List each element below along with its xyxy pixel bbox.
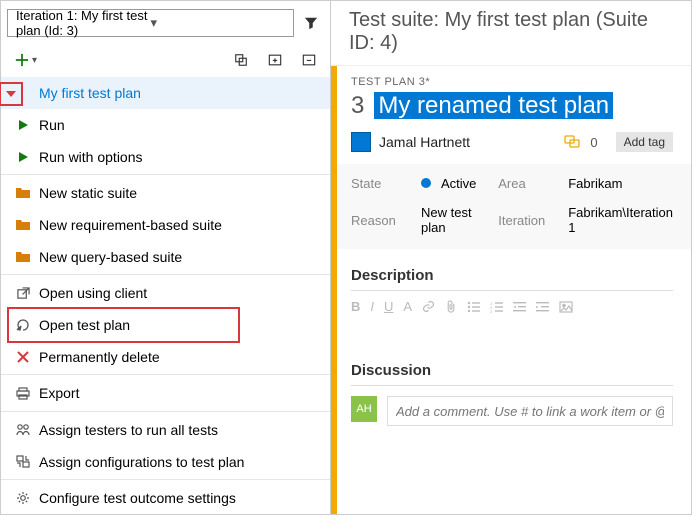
label: Assign configurations to test plan [39, 454, 244, 470]
copy-icon[interactable] [234, 53, 248, 67]
state-dot-icon [421, 178, 431, 188]
folder-icon [15, 187, 31, 199]
chevron-down-icon: ▾ [32, 55, 37, 66]
menu-item-run[interactable]: Run [1, 109, 330, 141]
work-item-id: 3 [351, 92, 364, 120]
new-item-button[interactable]: ▾ [15, 53, 37, 67]
iteration-label: Iteration [498, 213, 568, 228]
gear-icon [15, 491, 31, 505]
reason-value[interactable]: New test plan [421, 205, 498, 235]
label: Export [39, 385, 79, 401]
bullet-list-icon[interactable] [467, 301, 480, 313]
label: Configure test outcome settings [39, 490, 236, 506]
assignee-name[interactable]: Jamal Hartnett [379, 134, 556, 150]
add-tag-button[interactable]: Add tag [616, 132, 673, 152]
menu-item-run-options[interactable]: Run with options [1, 141, 330, 173]
label: New static suite [39, 185, 137, 201]
discussion-icon[interactable] [564, 135, 580, 149]
bold-icon[interactable]: B [351, 299, 360, 314]
label: Run [39, 117, 65, 133]
folder-icon [15, 219, 31, 231]
label: New query-based suite [39, 249, 182, 265]
label: My first test plan [39, 85, 141, 101]
description-heading: Description [351, 267, 673, 291]
menu-item-test-plan[interactable]: My first test plan [1, 77, 330, 109]
state-value[interactable]: Active [421, 176, 498, 191]
menu-item-new-req-suite[interactable]: New requirement-based suite [1, 209, 330, 241]
left-toolbar: ▾ [1, 45, 330, 77]
menu-item-export[interactable]: Export [1, 377, 330, 409]
right-pane: Test suite: My first test plan (Suite ID… [331, 1, 691, 514]
folder-icon [15, 251, 31, 263]
menu-item-permanently-delete[interactable]: Permanently delete [1, 341, 330, 373]
delete-icon [15, 351, 31, 363]
fields-grid: State Active Area Fabrikam Reason New te… [337, 164, 691, 249]
underline-icon[interactable]: U [384, 299, 393, 314]
open-plan-icon [15, 318, 31, 331]
iteration-dropdown[interactable]: Iteration 1: My first test plan (Id: 3) … [7, 9, 294, 37]
menu-item-new-static-suite[interactable]: New static suite [1, 177, 330, 209]
description-input[interactable] [351, 314, 673, 344]
link-icon[interactable] [422, 300, 435, 313]
image-icon[interactable] [559, 301, 573, 313]
remove-panel-icon[interactable] [302, 53, 316, 67]
discussion-count: 0 [590, 135, 597, 150]
menu-item-assign-config[interactable]: Assign configurations to test plan [1, 446, 330, 478]
avatar [351, 132, 371, 152]
svg-text:3: 3 [490, 309, 493, 313]
play-icon [15, 119, 31, 131]
discussion-input[interactable] [387, 396, 673, 426]
user-avatar: AH [351, 396, 377, 422]
assign-testers-icon [15, 423, 31, 436]
menu-item-configure-outcome[interactable]: Configure test outcome settings [1, 482, 330, 514]
state-label: State [351, 176, 421, 191]
outdent-icon[interactable] [513, 301, 526, 313]
attach-icon[interactable] [445, 300, 457, 313]
area-value[interactable]: Fabrikam [568, 176, 673, 191]
number-list-icon[interactable]: 123 [490, 301, 503, 313]
rte-toolbar: B I U A 123 [351, 299, 673, 314]
label: Assign testers to run all tests [39, 422, 218, 438]
iteration-value[interactable]: Fabrikam\Iteration 1 [568, 205, 673, 235]
menu-item-assign-testers[interactable]: Assign testers to run all tests [1, 414, 330, 446]
iteration-label: Iteration 1: My first test plan (Id: 3) [16, 8, 151, 38]
menu-item-open-test-plan[interactable]: Open test plan [1, 309, 330, 341]
indent-icon[interactable] [536, 301, 549, 313]
label: Open test plan [39, 317, 130, 333]
external-icon [15, 287, 31, 300]
title-input[interactable]: My renamed test plan [374, 92, 613, 120]
expand-caret-icon[interactable] [0, 82, 23, 106]
title-text: My renamed test plan [374, 92, 613, 119]
assign-config-icon [15, 455, 31, 468]
label: Run with options [39, 149, 143, 165]
label: Open using client [39, 285, 147, 301]
play-icon [15, 151, 31, 163]
label: Permanently delete [39, 349, 160, 365]
filter-icon[interactable] [298, 10, 324, 36]
left-pane: Iteration 1: My first test plan (Id: 3) … [1, 1, 331, 514]
discussion-heading: Discussion [351, 362, 673, 386]
label: New requirement-based suite [39, 217, 222, 233]
font-icon[interactable]: A [403, 299, 412, 314]
print-icon [15, 387, 31, 400]
menu-item-new-query-suite[interactable]: New query-based suite [1, 241, 330, 273]
suite-header: Test suite: My first test plan (Suite ID… [331, 1, 691, 66]
reason-label: Reason [351, 213, 421, 228]
menu-item-open-client[interactable]: Open using client [1, 277, 330, 309]
add-panel-icon[interactable] [268, 53, 282, 67]
chevron-down-icon: ▾ [151, 15, 286, 31]
work-item-type-label: TEST PLAN 3* [351, 76, 673, 88]
italic-icon[interactable]: I [370, 299, 374, 314]
area-label: Area [498, 176, 568, 191]
